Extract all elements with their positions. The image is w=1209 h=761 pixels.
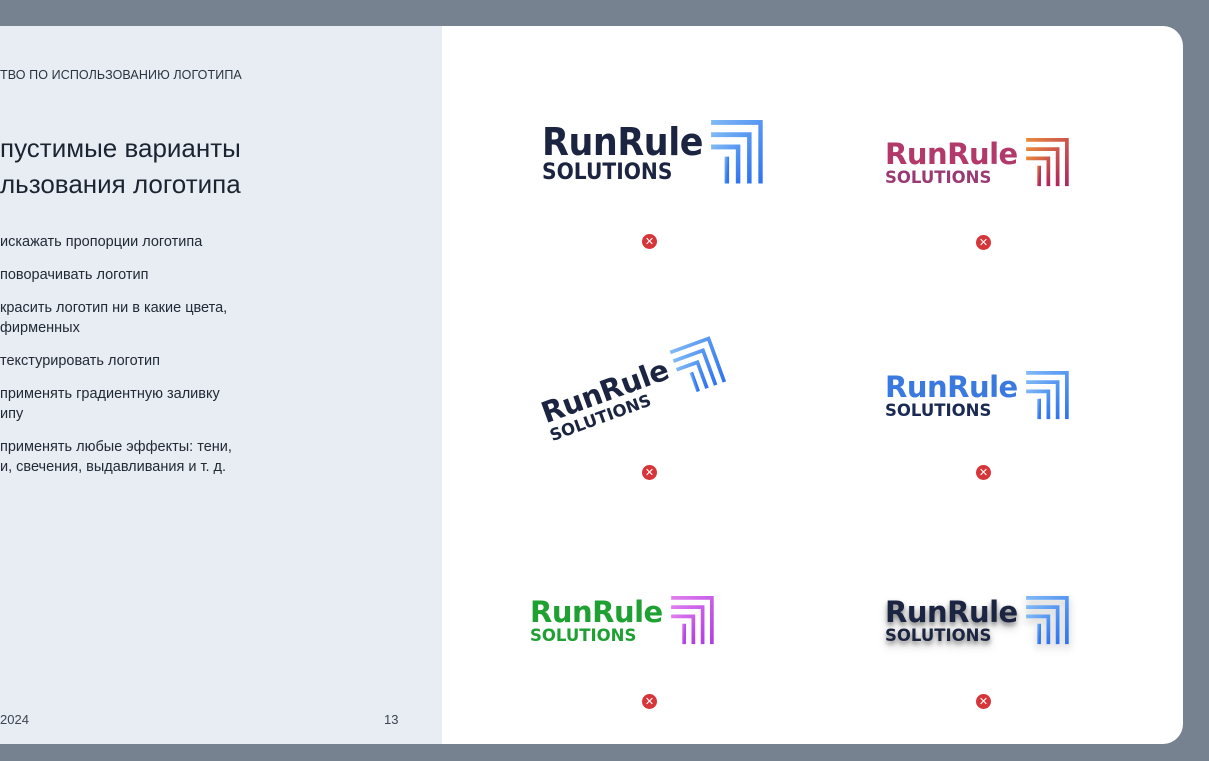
- rule-line: фирменных: [0, 320, 80, 336]
- logo-mark-icon: [1025, 596, 1069, 645]
- logo-mark-icon: [711, 120, 763, 184]
- rule-item: поворачивать логотип: [0, 265, 232, 285]
- logo-word-bottom: SOLUTIONS: [530, 625, 637, 645]
- logo-example-textured: RunRule SOLUTIONS: [885, 138, 1069, 188]
- text-panel: ТВО ПО ИСПОЛЬЗОВАНИЮ ЛОГОТИПА пустимые в…: [0, 26, 442, 744]
- section-breadcrumb: ТВО ПО ИСПОЛЬЗОВАНИЮ ЛОГОТИПА: [0, 68, 242, 82]
- rule-line: искажать пропорции логотипа: [0, 234, 203, 250]
- page-number: 13: [384, 712, 399, 727]
- logo-wordmark: RunRule SOLUTIONS: [885, 594, 1018, 645]
- logo-word-bottom: SOLUTIONS: [885, 400, 992, 420]
- logo-mark-icon: [1025, 138, 1069, 187]
- logo-example-shadowed: RunRule SOLUTIONS: [885, 596, 1069, 646]
- rule-line: применять любые эффекты: тени,: [0, 439, 232, 455]
- guideline-page: ТВО ПО ИСПОЛЬЗОВАНИЮ ЛОГОТИПА пустимые в…: [0, 26, 1183, 744]
- rule-item: применять любые эффекты: тени, и, свечени…: [0, 437, 232, 477]
- logo-word-bottom: SOLUTIONS: [885, 625, 992, 645]
- rule-item: красить логотип ни в какие цвета, фирменн…: [0, 298, 232, 338]
- rules-list: искажать пропорции логотипа поворачивать…: [0, 232, 232, 490]
- logo-word-top: RunRule: [885, 594, 1018, 629]
- rule-line: и, свечения, выдавливания и т. д.: [0, 459, 227, 475]
- logo-wordmark: RunRule SOLUTIONS: [537, 352, 679, 444]
- cross-icon: ✕: [976, 465, 991, 480]
- logo-word-top: RunRule: [530, 594, 663, 629]
- logo-example-stretched: RunRule SOLUTIONS: [542, 120, 763, 186]
- cross-icon: ✕: [976, 694, 991, 709]
- cross-icon: ✕: [642, 694, 657, 709]
- rule-item: применять градиентную заливку ипу: [0, 384, 232, 424]
- rule-line: красить логотип ни в какие цвета,: [0, 300, 228, 316]
- logo-example-rotated: RunRule SOLUTIONS: [537, 336, 727, 446]
- rule-item: искажать пропорции логотипа: [0, 232, 232, 252]
- cross-icon: ✕: [642, 465, 657, 480]
- rule-line: поворачивать логотип: [0, 267, 149, 283]
- page-title-line-1: пустимые варианты: [0, 133, 241, 163]
- cross-icon: ✕: [642, 234, 657, 249]
- logo-example-recolored: RunRule SOLUTIONS: [530, 596, 714, 646]
- rule-line: ипу: [0, 406, 24, 422]
- rule-item: текстурировать логотип: [0, 351, 232, 371]
- cross-icon: ✕: [976, 235, 991, 250]
- logo-wordmark: RunRule SOLUTIONS: [542, 123, 703, 184]
- logo-example-gradient: RunRule SOLUTIONS: [885, 371, 1069, 421]
- logo-wordmark: RunRule SOLUTIONS: [885, 136, 1018, 187]
- logo-mark-icon: [669, 336, 726, 393]
- logo-wordmark: RunRule SOLUTIONS: [885, 369, 1018, 420]
- rule-line: применять градиентную заливку: [0, 386, 220, 402]
- logo-word-top: RunRule: [542, 119, 703, 164]
- footer-year: 2024: [0, 712, 29, 727]
- logo-mark-icon: [1025, 371, 1069, 420]
- logo-wordmark: RunRule SOLUTIONS: [530, 594, 663, 645]
- logo-mark-icon: [670, 596, 714, 645]
- page-title-line-2: льзования логотипа: [0, 169, 241, 199]
- rule-line: текстурировать логотип: [0, 353, 160, 369]
- logo-word-top: RunRule: [885, 136, 1018, 171]
- logo-word-bottom: SOLUTIONS: [542, 159, 673, 185]
- page-title: пустимые варианты льзования логотипа: [0, 130, 241, 202]
- logo-word-bottom: SOLUTIONS: [885, 167, 992, 187]
- logo-word-top: RunRule: [885, 369, 1018, 404]
